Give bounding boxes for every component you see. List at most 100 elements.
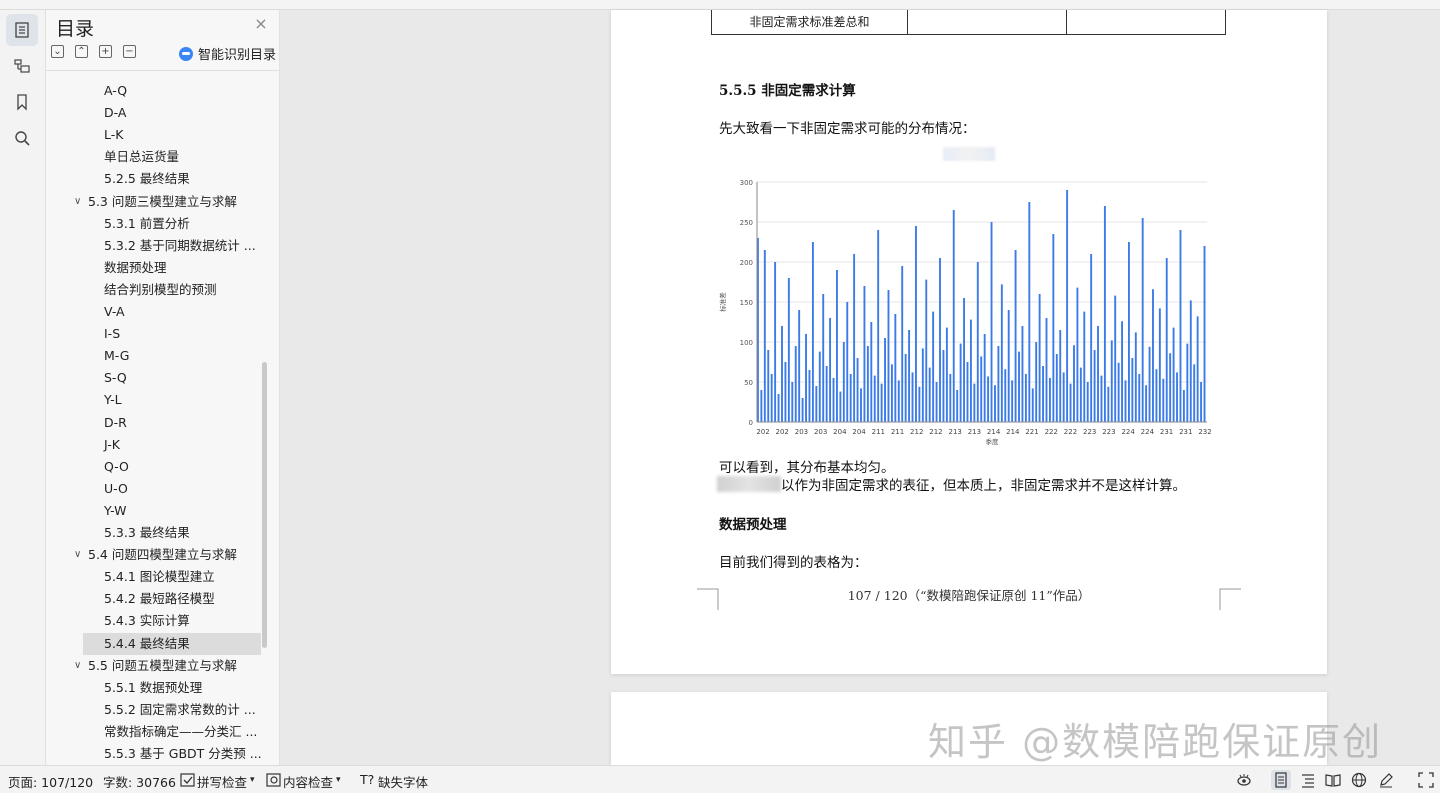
toc-item[interactable]: 5.5.2 固定需求常数的计 ... — [46, 699, 272, 721]
missing-font-button[interactable]: 缺失字体 — [378, 772, 428, 791]
toc-item[interactable]: 5.4.2 最短路径模型 — [46, 588, 272, 610]
toc-item[interactable]: M-G — [46, 345, 272, 367]
chart-bar — [921, 348, 924, 422]
add-entry-icon[interactable]: + — [99, 45, 112, 58]
toc-item[interactable]: D-R — [46, 412, 272, 434]
chart-bar — [1045, 318, 1048, 422]
toc-item[interactable]: J-K — [46, 434, 272, 456]
toc-scrollbar[interactable] — [262, 362, 267, 648]
chart-bar — [1018, 351, 1020, 422]
toc-item[interactable]: Y-W — [46, 500, 272, 522]
x-tick-label: 203 — [795, 428, 808, 436]
toc-item[interactable]: 5.4.1 图论模型建立 — [46, 566, 272, 588]
expand-all-icon[interactable]: ⌄ — [51, 45, 64, 58]
bookmark-icon[interactable] — [6, 86, 38, 118]
y-axis-label: 标准差 — [718, 292, 727, 312]
chevron-down-icon[interactable]: ▾ — [336, 775, 341, 785]
chart-bar — [832, 378, 835, 422]
toc-item[interactable]: V-A — [46, 301, 272, 323]
navigation-tree-icon[interactable] — [6, 50, 38, 82]
chart-bar — [1011, 380, 1014, 422]
toc-item[interactable]: 5.2.5 最终结果 — [46, 168, 272, 190]
toc-item-label: L-K — [104, 127, 124, 143]
toc-panel-icon[interactable] — [6, 14, 38, 46]
missing-font-icon[interactable]: T? — [360, 772, 374, 787]
y-tick-label: 150 — [740, 299, 753, 307]
chart-bar — [836, 270, 838, 422]
toc-item[interactable]: 5.4.4 最终结果 — [83, 632, 261, 655]
x-tick-label: 212 — [929, 428, 942, 436]
fullscreen-icon[interactable] — [1416, 770, 1436, 790]
outline-view-icon[interactable] — [1298, 770, 1318, 790]
paragraph: 以作为非固定需求的表征，但本质上，非固定需求并不是这样计算。 — [781, 478, 1186, 494]
toc-item[interactable]: Y-L — [46, 389, 272, 411]
page-indicator[interactable]: 页面: 107/120 — [8, 772, 93, 791]
web-view-icon[interactable] — [1349, 770, 1369, 790]
chart-bar — [1031, 388, 1034, 422]
toc-item[interactable]: 常数指标确定——分类汇 ... — [46, 721, 272, 743]
chart-bar — [1021, 326, 1024, 422]
toc-item[interactable]: Q-O — [46, 456, 272, 478]
chart-bar — [1028, 202, 1031, 422]
page-view-icon[interactable] — [1271, 770, 1291, 790]
toc-item[interactable]: 5.3.1 前置分析 — [46, 213, 272, 235]
reading-mode-icon[interactable] — [1323, 770, 1343, 790]
chart-bar — [925, 279, 928, 422]
toc-item[interactable]: 5.3.2 基于同期数据统计 ... — [46, 235, 272, 257]
chevron-down-icon[interactable]: ∨ — [74, 191, 81, 213]
chart-bar — [818, 351, 821, 422]
chart-bar — [825, 366, 828, 422]
x-tick-label: 231 — [1179, 428, 1192, 436]
toc-item-label: U-O — [104, 480, 128, 496]
toc-item[interactable]: 5.3.3 最终结果 — [46, 522, 272, 544]
spell-check-icon[interactable] — [178, 770, 198, 790]
smart-toc-button[interactable]: 智能识别目录 — [179, 44, 276, 63]
toc-item[interactable]: 5.5.3 基于 GBDT 分类预 ... — [46, 743, 272, 765]
toc-item[interactable]: D-A — [46, 102, 272, 124]
toc-item[interactable]: S-Q — [46, 367, 272, 389]
toc-item[interactable]: 单日总运货量 — [46, 146, 272, 168]
search-icon[interactable] — [6, 122, 38, 154]
chart-bar — [1093, 350, 1096, 422]
toc-item[interactable]: ∨ 5.5 问题五模型建立与求解 — [46, 655, 272, 677]
toc-item[interactable]: 结合判别模型的预测 — [46, 279, 272, 301]
toc-item[interactable]: U-O — [46, 478, 272, 500]
close-icon[interactable]: × — [253, 16, 269, 32]
toc-toolbar: ⌄ ⌃ + − — [51, 45, 147, 61]
toc-item[interactable]: ∨ 5.3 问题三模型建立与求解 — [46, 191, 272, 213]
chart-bar — [760, 390, 763, 422]
toc-item[interactable]: 5.5.1 数据预处理 — [46, 677, 272, 699]
chevron-down-icon[interactable]: ∨ — [74, 655, 81, 677]
chevron-down-icon[interactable]: ∨ — [74, 544, 81, 566]
chart-bar — [815, 386, 818, 422]
toc-item[interactable]: L-K — [46, 124, 272, 146]
chart-bar — [897, 380, 900, 422]
content-check-icon[interactable] — [264, 770, 284, 790]
toc-item-label: 5.5.2 固定需求常数的计 ... — [104, 701, 256, 717]
toc-item-label: J-K — [104, 436, 120, 452]
chart-bar — [884, 338, 886, 422]
toc-item[interactable]: A-Q — [46, 80, 272, 102]
chart-bar — [1179, 230, 1182, 422]
collapse-all-icon[interactable]: ⌃ — [75, 45, 88, 58]
eye-protection-icon[interactable] — [1234, 770, 1254, 790]
chart-bar — [987, 376, 990, 422]
y-tick-label: 300 — [740, 179, 753, 187]
toc-item-label: Q-O — [104, 458, 129, 474]
toc-item[interactable]: 数据预处理 — [46, 257, 272, 279]
chevron-down-icon[interactable]: ▾ — [250, 775, 255, 785]
pen-icon[interactable] — [1376, 770, 1396, 790]
toc-item[interactable]: 5.4.3 实际计算 — [46, 610, 272, 632]
remove-entry-icon[interactable]: − — [123, 45, 136, 58]
word-count[interactable]: 字数: 30766 — [103, 772, 176, 791]
content-check-button[interactable]: 内容检查 — [283, 772, 333, 791]
table-row: 非固定需求标准差总和 — [711, 10, 1226, 35]
toc-item[interactable]: ∨ 5.4 问题四模型建立与求解 — [46, 544, 272, 566]
chart-bar — [1038, 294, 1041, 422]
spell-check-button[interactable]: 拼写检查 — [197, 772, 247, 791]
toc-item-label: 5.5 问题五模型建立与求解 — [88, 657, 237, 673]
toc-item[interactable]: I-S — [46, 323, 272, 345]
chart-bar — [928, 367, 931, 422]
toc-title: 目录 — [56, 18, 95, 40]
status-bar: 页面: 107/120 字数: 30766 拼写检查 ▾ 内容检查 ▾ T? 缺… — [0, 765, 1440, 793]
